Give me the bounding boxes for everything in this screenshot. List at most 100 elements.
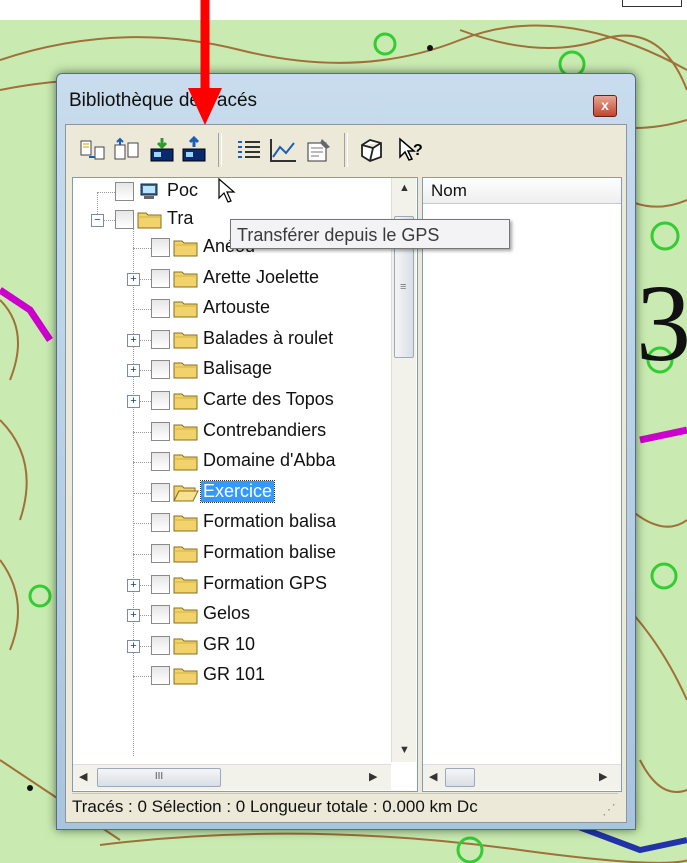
item-checkbox[interactable]: [151, 360, 170, 380]
tree-folder-item[interactable]: + Gelos: [73, 601, 389, 629]
item-checkbox[interactable]: [151, 635, 170, 655]
toolbar-separator: [218, 133, 222, 167]
scroll-up-icon[interactable]: ▲: [399, 182, 410, 194]
expand-toggle-icon[interactable]: +: [127, 272, 140, 286]
expand-toggle-icon[interactable]: +: [127, 609, 140, 623]
tree-line: [140, 339, 151, 341]
scroll-left-icon[interactable]: ◀: [429, 770, 437, 783]
tree-line: [133, 676, 151, 678]
folder-icon: [137, 212, 162, 229]
item-checkbox[interactable]: [151, 452, 170, 472]
tree-folder-item[interactable]: Formation balise: [73, 540, 389, 568]
tree-line: [140, 645, 151, 647]
list-hscroll-thumb[interactable]: [445, 768, 475, 787]
tree-folder-item[interactable]: Contrebandiers: [73, 418, 389, 446]
item-checkbox[interactable]: [151, 666, 170, 686]
item-checkbox[interactable]: [151, 329, 170, 349]
tree-line: [133, 248, 151, 249]
tree-folder-item[interactable]: Artouste: [73, 295, 389, 323]
scroll-left-icon[interactable]: ◀: [79, 770, 87, 783]
tree-folder-item[interactable]: GR 101: [73, 662, 389, 690]
tree-vertical-scrollbar[interactable]: ▲ ≡ ▼: [391, 178, 416, 762]
tree-horizontal-scrollbar[interactable]: ◀ III ▶: [73, 764, 391, 790]
close-button[interactable]: x: [593, 95, 617, 117]
tree-item-label: Exercice: [199, 479, 276, 503]
tree-item-label: Carte des Topos: [203, 389, 334, 409]
list-horizontal-scrollbar[interactable]: ◀ ▶: [423, 764, 621, 790]
tree-item-label: GR 10: [203, 633, 256, 654]
expand-toggle-icon[interactable]: +: [127, 333, 140, 347]
help-icon[interactable]: ?: [396, 135, 426, 165]
item-checkbox[interactable]: [151, 421, 170, 441]
item-checkbox[interactable]: [115, 210, 134, 229]
folder-icon: [173, 424, 198, 441]
import-tracks-icon[interactable]: [78, 135, 108, 165]
item-checkbox[interactable]: [151, 513, 170, 533]
folder-icon: [173, 577, 198, 594]
transfer-from-gps-icon[interactable]: [148, 135, 178, 165]
folder-icon: [173, 332, 198, 349]
tree-line: [133, 431, 151, 433]
tree-line: [140, 278, 151, 280]
tree-folder-item[interactable]: Exercice: [73, 479, 389, 507]
expand-toggle-icon[interactable]: +: [127, 578, 140, 592]
item-checkbox[interactable]: [151, 574, 170, 594]
folder-icon: [173, 515, 198, 532]
tree-folder-item[interactable]: + Carte des Topos: [73, 387, 389, 415]
profile-chart-icon[interactable]: [268, 135, 298, 165]
tree-folder-item[interactable]: + GR 10: [73, 632, 389, 660]
item-checkbox[interactable]: [151, 482, 170, 502]
3d-view-icon[interactable]: [356, 135, 386, 165]
item-checkbox[interactable]: [151, 238, 170, 257]
item-checkbox[interactable]: [151, 299, 170, 319]
item-checkbox[interactable]: [151, 268, 170, 288]
list-view-icon[interactable]: [234, 135, 264, 165]
tree-folder-item[interactable]: + Balades à roulet: [73, 326, 389, 354]
tree-item-label: Gelos: [203, 603, 251, 624]
tree-folder-item[interactable]: + Formation GPS: [73, 571, 389, 599]
item-checkbox[interactable]: [151, 391, 170, 410]
tree-item-label: Contrebandiers: [203, 419, 327, 440]
expand-toggle-icon[interactable]: +: [127, 395, 140, 408]
tooltip: Transférer depuis le GPS: [230, 219, 510, 249]
toolbar-separator: [344, 133, 348, 167]
column-header-nom[interactable]: Nom: [423, 178, 621, 204]
tree-item-label: Artouste: [203, 297, 271, 318]
folder-tree-panel[interactable]: Poc − Tra Anéou+Arette JoeletteArtouste+…: [72, 177, 418, 792]
tree-folder-item[interactable]: + Balisage: [73, 356, 389, 384]
export-tracks-icon[interactable]: [112, 135, 142, 165]
tree-line: [97, 192, 115, 193]
scroll-right-icon[interactable]: ▶: [599, 770, 607, 783]
tree-line: [104, 220, 115, 221]
tree-folder-item[interactable]: Domaine d'Abba: [73, 448, 389, 476]
folder-icon: [173, 393, 198, 410]
folder-icon: [173, 454, 198, 471]
tree-hscroll-thumb[interactable]: III: [97, 768, 221, 787]
folder-icon: [173, 638, 198, 655]
transfer-to-gps-icon[interactable]: [180, 135, 210, 165]
tree-folder-item[interactable]: Formation balisa: [73, 509, 389, 537]
properties-icon[interactable]: [304, 135, 334, 165]
expand-toggle-icon[interactable]: +: [127, 639, 140, 653]
tree-line: [133, 309, 151, 311]
folder-icon: [173, 607, 198, 624]
expand-toggle-icon[interactable]: +: [127, 364, 140, 378]
title-bar[interactable]: Bibliothèque de tracés x: [57, 74, 635, 120]
map-corner-box: [622, 0, 682, 7]
tree-folder-item[interactable]: + Arette Joelette: [73, 265, 389, 293]
track-list-panel[interactable]: Nom ◀ ▶: [422, 177, 622, 792]
tree-item-label: Domaine d'Abba: [203, 450, 336, 471]
collapse-toggle-icon[interactable]: −: [91, 214, 104, 227]
tree-line: [140, 370, 151, 372]
scroll-right-icon[interactable]: ▶: [369, 770, 377, 783]
folder-icon: [173, 240, 198, 257]
folder-icon: [173, 668, 198, 685]
item-checkbox[interactable]: [151, 544, 170, 563]
item-checkbox[interactable]: [151, 605, 170, 625]
scroll-down-icon[interactable]: ▼: [399, 744, 410, 756]
resize-grip-icon[interactable]: ⋰: [602, 801, 616, 818]
tree-item-label: Balisage: [203, 358, 273, 379]
item-checkbox[interactable]: [115, 182, 134, 201]
tree-item-label: Arette Joelette: [203, 266, 320, 287]
folder-icon: [173, 546, 198, 563]
